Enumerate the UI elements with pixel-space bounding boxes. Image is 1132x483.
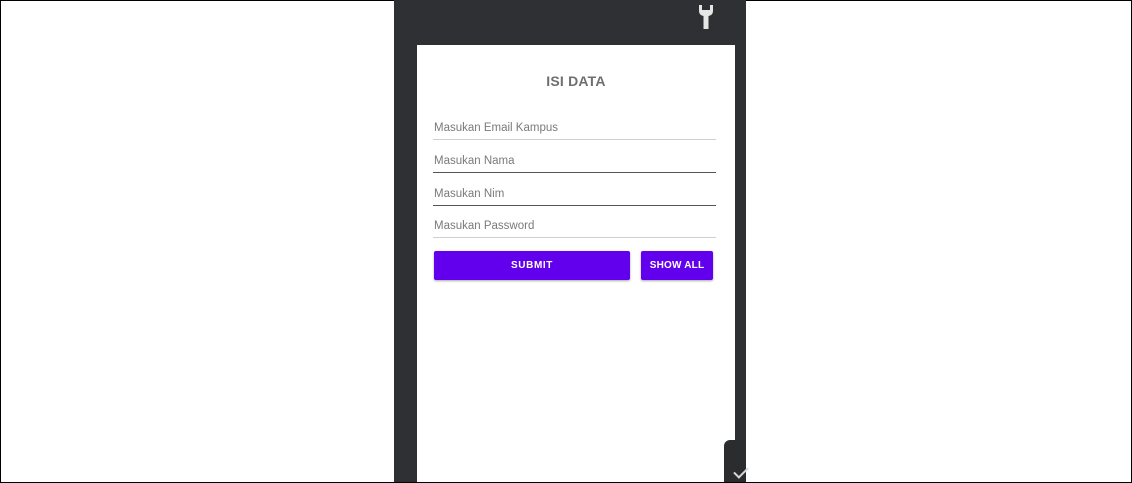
nim-field[interactable] <box>433 183 716 207</box>
submit-button[interactable]: SUBMIT <box>434 251 630 280</box>
phone-frame: ISI DATA SUBMIT SHOW ALL <box>394 0 749 482</box>
nim-input[interactable] <box>433 183 716 206</box>
show-all-button[interactable]: SHOW ALL <box>641 251 713 280</box>
email-field[interactable] <box>433 117 716 141</box>
wrench-icon[interactable] <box>698 4 714 30</box>
app-screen: ISI DATA SUBMIT SHOW ALL <box>417 45 735 482</box>
name-field[interactable] <box>433 150 716 174</box>
name-input[interactable] <box>433 150 716 173</box>
password-input[interactable] <box>433 215 716 238</box>
password-field[interactable] <box>433 215 716 239</box>
side-handle[interactable] <box>724 440 749 482</box>
email-input[interactable] <box>433 117 716 140</box>
page-title: ISI DATA <box>546 73 606 89</box>
